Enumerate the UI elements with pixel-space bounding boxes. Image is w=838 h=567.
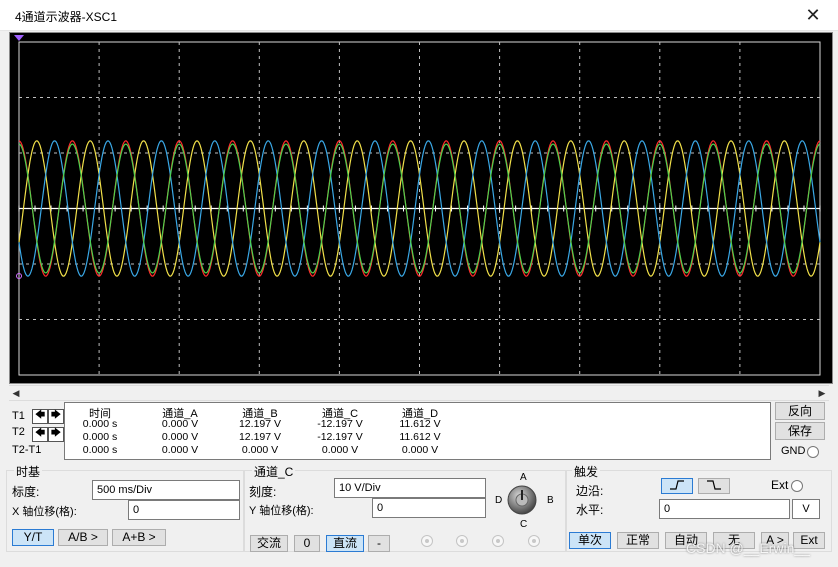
normal-trigger-button[interactable]: 正常 xyxy=(617,532,659,549)
y-position-field[interactable]: 0 xyxy=(372,498,486,518)
timebase-scale-field[interactable]: 500 ms/Div xyxy=(92,480,240,500)
x-position-label: X 轴位移(格): xyxy=(12,506,77,518)
t1-c: -12.197 V xyxy=(317,418,363,430)
trigger-ext-radio[interactable] xyxy=(791,480,803,492)
t2-label: T2 xyxy=(12,426,25,438)
t2-c: -12.197 V xyxy=(317,431,363,443)
trigger-level-field[interactable]: 0 xyxy=(659,499,790,519)
gnd-label: GND xyxy=(781,445,806,457)
ac-coupling-button[interactable]: 交流 xyxy=(250,535,288,552)
t1-b: 12.197 V xyxy=(238,418,282,430)
knob-label-c: C xyxy=(520,519,528,530)
y-position-label: Y 轴位移(格): xyxy=(249,505,314,517)
t1-left-arrow-icon[interactable]: 🡄 xyxy=(32,409,48,424)
scroll-right-icon[interactable]: ▶ xyxy=(815,386,829,400)
t1-a: 0.000 V xyxy=(161,418,199,430)
trigger-level-label: 水平: xyxy=(576,503,604,517)
t1-time: 0.000 s xyxy=(82,418,118,430)
knob-label-d: D xyxy=(495,495,503,506)
dc-coupling-button[interactable]: 直流 xyxy=(326,535,364,552)
scroll-left-icon[interactable]: ◀ xyxy=(9,386,23,400)
t2-t1-b: 0.000 V xyxy=(241,444,279,456)
trigger-level-unit[interactable]: V xyxy=(792,499,820,519)
falling-edge-icon xyxy=(707,480,721,490)
reverse-button[interactable]: 反向 xyxy=(775,402,825,420)
knob-label-b: B xyxy=(547,495,554,506)
disabled-radio-3 xyxy=(492,535,504,547)
single-trigger-button[interactable]: 单次 xyxy=(569,532,611,549)
t2-a: 0.000 V xyxy=(161,431,199,443)
t1-label: T1 xyxy=(12,410,25,422)
trigger-ext-label: Ext xyxy=(771,478,789,492)
measurement-readout: 时间 通道_A 通道_B 通道_C 通道_D 0.000 s 0.000 V 1… xyxy=(64,402,771,460)
t2-b: 12.197 V xyxy=(238,431,282,443)
t2-t1-c: 0.000 V xyxy=(321,444,359,456)
t2-t1-a: 0.000 V xyxy=(161,444,199,456)
invert-button[interactable]: - xyxy=(368,535,390,552)
title-bar: 4通道示波器-XSC1 ✕ xyxy=(0,0,838,31)
horizontal-scrollbar[interactable]: ◀ ▶ xyxy=(9,385,829,401)
save-button[interactable]: 保存 xyxy=(775,422,825,440)
channel-scale-field[interactable]: 10 V/Div xyxy=(334,478,486,498)
trigger-edge-label: 边沿: xyxy=(576,484,604,498)
yt-button[interactable]: Y/T xyxy=(12,529,54,546)
timebase-title: 时基 xyxy=(14,463,43,480)
trigger-title: 触发 xyxy=(572,463,601,480)
ab-button[interactable]: A/B > xyxy=(58,529,108,546)
x-position-field[interactable]: 0 xyxy=(128,500,240,520)
t2-right-arrow-icon[interactable]: 🡆 xyxy=(48,427,64,442)
oscilloscope-screen xyxy=(9,32,833,384)
timebase-scale-label: 标度: xyxy=(12,485,40,499)
t2-time: 0.000 s xyxy=(82,431,118,443)
t1-d: 11.612 V xyxy=(399,418,441,430)
t1-right-arrow-icon[interactable]: 🡆 xyxy=(48,409,64,424)
watermark-text: CSDN @__Erwin__ xyxy=(686,540,810,556)
t2-t1-label: T2-T1 xyxy=(12,444,42,456)
a-plus-b-button[interactable]: A+B > xyxy=(112,529,166,546)
disabled-radio-2 xyxy=(456,535,468,547)
t2-t1-time: 0.000 s xyxy=(82,444,118,456)
falling-edge-button[interactable] xyxy=(698,478,730,494)
gnd-radio[interactable] xyxy=(807,446,819,458)
channel-title: 通道_C xyxy=(252,463,296,480)
disabled-radio-4 xyxy=(528,535,540,547)
rising-edge-icon xyxy=(670,480,684,490)
zero-coupling-button[interactable]: 0 xyxy=(294,535,320,552)
knob-label-a: A xyxy=(520,472,527,483)
close-icon[interactable]: ✕ xyxy=(800,3,826,27)
t2-t1-d: 0.000 V xyxy=(401,444,439,456)
scope-display xyxy=(10,33,832,383)
channel-selector-knob[interactable] xyxy=(506,484,538,516)
t2-left-arrow-icon[interactable]: 🡄 xyxy=(32,427,48,442)
t2-d: 11.612 V xyxy=(399,431,441,443)
window-title: 4通道示波器-XSC1 xyxy=(15,10,118,24)
disabled-radio-1 xyxy=(421,535,433,547)
rising-edge-button[interactable] xyxy=(661,478,693,494)
channel-scale-label: 刻度: xyxy=(249,485,277,499)
